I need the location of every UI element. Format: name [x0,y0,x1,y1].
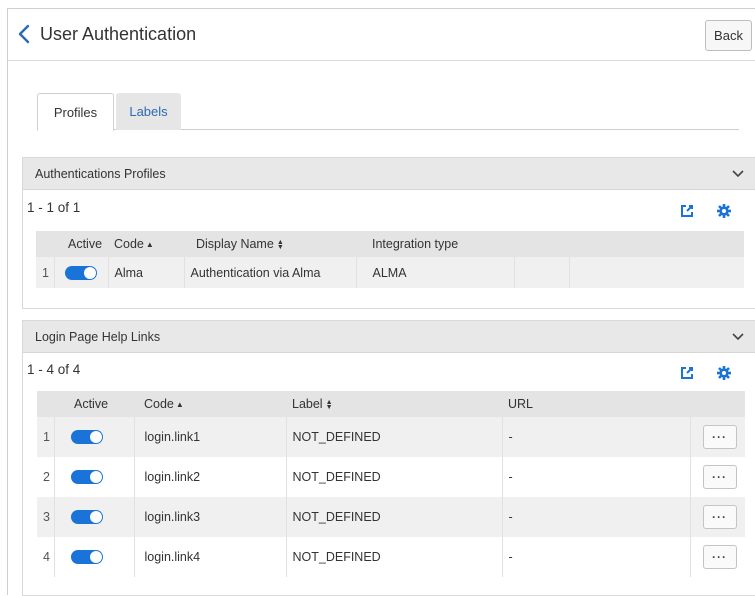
gear-icon[interactable] [716,365,732,381]
table-row[interactable]: 3 login.link3 NOT_DEFINED - ··· [37,497,745,537]
results-count: 1 - 4 of 4 [27,362,81,377]
display-name-cell: Authentication via Alma [184,257,357,288]
row-actions-button[interactable]: ··· [702,465,737,489]
login-help-links-panel: Login Page Help Links 1 - 4 of 4 Active … [22,320,755,596]
chevron-left-icon[interactable] [16,24,32,44]
tab-labels[interactable]: Labels [116,93,181,130]
tab-profiles[interactable]: Profiles [37,93,114,131]
url-cell: - [502,417,691,457]
table-header-row: Active Code ▲ Display Name ▲ ▼ Integration … [36,231,744,257]
column-header-url: URL [502,391,690,417]
code-cell: login.link3 [134,497,287,537]
label-cell: NOT_DEFINED [286,537,503,577]
page-title: User Authentication [40,24,197,44]
column-header-active: Active [54,231,108,257]
column-header-integration-type: Integration type [356,231,514,257]
row-number: 4 [37,537,55,577]
column-header-label[interactable]: Label ▲ ▼ [286,391,502,417]
results-count: 1 - 1 of 1 [27,200,81,215]
panel-title: Authentications Profiles [35,166,166,181]
sort-ascending-icon: ▲ [175,400,184,410]
authentication-profiles-panel: Authentications Profiles 1 - 1 of 1 Acti… [22,157,755,309]
row-number: 2 [37,457,55,497]
column-header-code[interactable]: Code ▲ [134,391,286,417]
row-actions-button[interactable]: ··· [702,425,737,449]
export-icon[interactable] [679,365,695,381]
code-cell: login.link4 [134,537,287,577]
url-cell: - [502,537,691,577]
row-actions-button[interactable]: ··· [702,545,737,569]
gear-icon[interactable] [716,203,732,219]
app-frame: User Authentication Back Profiles Labels… [7,8,755,596]
row-number: 1 [37,417,55,457]
url-cell: - [502,457,691,497]
page-header: User Authentication Back [8,9,755,61]
chevron-down-icon[interactable] [731,330,745,344]
active-toggle[interactable] [70,510,103,525]
sort-icon: ▲ ▼ [276,238,284,251]
sort-icon: ▲ ▼ [325,398,333,411]
row-number: 1 [36,257,55,288]
tab-bar: Profiles Labels [37,93,739,131]
column-header-code[interactable]: Code ▲ [108,231,184,257]
code-cell: login.link1 [134,417,287,457]
code-cell: login.link2 [134,457,287,497]
column-header-active: Active [54,391,134,417]
integration-type-cell: ALMA [356,257,515,288]
active-toggle[interactable] [70,430,103,445]
code-cell: Alma [108,257,185,288]
panel-header[interactable]: Authentications Profiles [23,158,755,190]
sort-ascending-icon: ▲ [145,240,154,250]
table-row[interactable]: 4 login.link4 NOT_DEFINED - ··· [37,537,745,577]
active-toggle[interactable] [70,550,103,565]
export-icon[interactable] [679,203,695,219]
column-header-display-name[interactable]: Display Name ▲ ▼ [184,231,356,257]
label-cell: NOT_DEFINED [286,417,503,457]
active-toggle[interactable] [64,265,97,280]
url-cell: - [502,497,691,537]
profiles-table: Active Code ▲ Display Name ▲ ▼ Integration … [36,231,744,288]
help-links-table: Active Code ▲ Label ▲ ▼ URL 1 login.link1 N… [37,391,745,577]
label-cell: NOT_DEFINED [286,497,503,537]
panel-header[interactable]: Login Page Help Links [23,321,755,353]
panel-title: Login Page Help Links [35,329,161,344]
label-cell: NOT_DEFINED [286,457,503,497]
chevron-down-icon[interactable] [731,167,745,181]
table-row[interactable]: 1 Alma Authentication via Alma ALMA [36,257,744,288]
row-actions-button[interactable]: ··· [702,505,737,529]
table-row[interactable]: 1 login.link1 NOT_DEFINED - ··· [37,417,745,457]
active-toggle[interactable] [70,470,103,485]
row-number: 3 [37,497,55,537]
back-button[interactable]: Back [705,20,752,51]
table-header-row: Active Code ▲ Label ▲ ▼ URL [37,391,745,417]
table-row[interactable]: 2 login.link2 NOT_DEFINED - ··· [37,457,745,497]
